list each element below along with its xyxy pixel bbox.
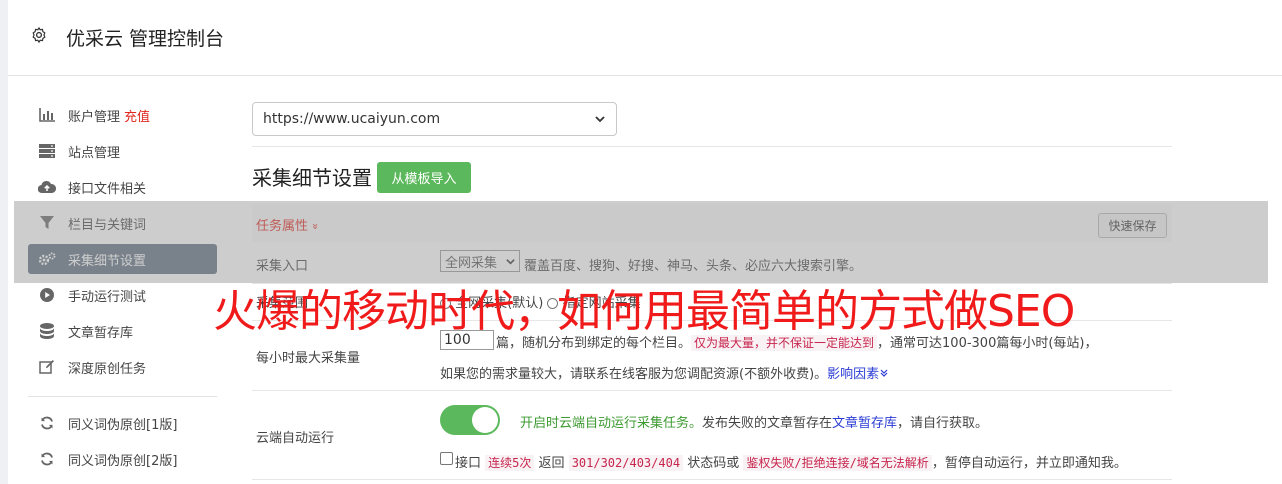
gear-icon xyxy=(32,27,46,43)
sidebar-item-label: 深度原创任务 xyxy=(68,361,147,377)
page-title: 优采云 管理控制台 xyxy=(66,28,225,50)
influence-factors-link[interactable]: 影响因素 xyxy=(827,367,889,382)
server-icon xyxy=(38,142,56,160)
cb-red1: 连续5次 xyxy=(485,455,535,471)
cb-text4: ，暂停自动运行，并立即通知我。 xyxy=(931,456,1127,471)
divider xyxy=(252,146,1172,147)
cb-text1: 接口 xyxy=(455,456,482,471)
row-divider xyxy=(252,390,1172,391)
sidebar-item-label: 同义词伪原创[1版] xyxy=(68,417,178,433)
sidebar-item-sites[interactable]: 站点管理 xyxy=(28,136,217,166)
chevron-down-icon xyxy=(595,116,605,123)
pause-on-error-text: 接口 连续5次 返回 301/302/403/404 状态码或 鉴权失败/拒绝连… xyxy=(455,452,1127,471)
sidebar-item-synonym-v2[interactable]: 同义词伪原创[2版] xyxy=(28,444,217,474)
play-circle-icon xyxy=(38,286,56,304)
cb-red3: 鉴权失败/拒绝连接/域名无法解析 xyxy=(743,455,932,471)
bar-chart-icon xyxy=(38,106,56,124)
top-header: 优采云 管理控制台 xyxy=(8,0,1282,76)
chevron-double-down-icon xyxy=(880,369,888,377)
toggle-knob xyxy=(472,407,498,433)
sidebar-item-label: 站点管理 xyxy=(68,145,121,161)
pause-on-error-checkbox[interactable] xyxy=(440,452,453,465)
edit-icon xyxy=(38,358,56,376)
sidebar-item-manual-run[interactable]: 手动运行测试 xyxy=(28,280,217,310)
hourly-text3: 如果您的需求量较大，请联系在线客服为您调配资源(不额外收费)。 xyxy=(440,367,828,382)
cloud-run-desc: 开启时云端自动运行采集任务。发布失败的文章暂存在文章暂存库，请自行获取。 xyxy=(520,412,988,431)
cb-red2: 301/302/403/404 xyxy=(568,455,684,471)
import-template-button[interactable]: 从模板导入 xyxy=(377,162,471,193)
sidebar-item-label: 文章暂存库 xyxy=(68,325,134,341)
cloud-upload-icon xyxy=(38,178,56,196)
sidebar-item-label: 接口文件相关 xyxy=(68,181,147,197)
sidebar-item-article-store[interactable]: 文章暂存库 xyxy=(28,316,217,346)
cloud-run-text1: 发布失败的文章暂存在 xyxy=(702,416,833,431)
recharge-link[interactable]: 充值 xyxy=(124,106,150,125)
sidebar-item-deep-original[interactable]: 深度原创任务 xyxy=(28,352,217,382)
site-select[interactable]: https://www.ucaiyun.com xyxy=(252,102,617,136)
sidebar-divider xyxy=(28,396,217,397)
cloud-run-label: 云端自动运行 xyxy=(256,431,335,446)
influence-factors-text: 影响因素 xyxy=(827,367,880,382)
article-store-link[interactable]: 文章暂存库 xyxy=(832,416,897,431)
sidebar-item-label: 账户管理 xyxy=(68,109,121,125)
cb-text2: 返回 xyxy=(538,456,565,471)
section-title: 采集细节设置 xyxy=(252,166,372,190)
hourly-max-label: 每小时最大采集量 xyxy=(256,351,361,366)
cb-text3: 状态码或 xyxy=(687,456,740,471)
overlay-headline: 火爆的移动时代，如何用最简单的方式做SEO xyxy=(213,286,1075,337)
refresh-icon xyxy=(38,414,56,432)
hourly-desc-line2: 如果您的需求量较大，请联系在线客服为您调配资源(不额外收费)。影响因素 xyxy=(440,363,889,382)
sidebar-item-label: 同义词伪原创[2版] xyxy=(68,453,178,469)
site-select-value: https://www.ucaiyun.com xyxy=(263,111,441,127)
database-icon xyxy=(38,322,56,340)
refresh-icon xyxy=(38,450,56,468)
sidebar-item-synonym-v1[interactable]: 同义词伪原创[1版] xyxy=(28,408,217,438)
cloud-run-green-text: 开启时云端自动运行采集任务。 xyxy=(520,416,703,431)
cloud-run-text2: ，请自行获取。 xyxy=(897,416,989,431)
sidebar-item-account[interactable]: 账户管理 充值 xyxy=(28,100,217,130)
cloud-run-toggle[interactable] xyxy=(440,405,500,435)
row-divider xyxy=(252,479,1172,480)
sidebar-item-interface[interactable]: 接口文件相关 xyxy=(28,172,217,202)
sidebar-item-label: 手动运行测试 xyxy=(68,289,147,305)
overlay-band xyxy=(14,201,1268,283)
